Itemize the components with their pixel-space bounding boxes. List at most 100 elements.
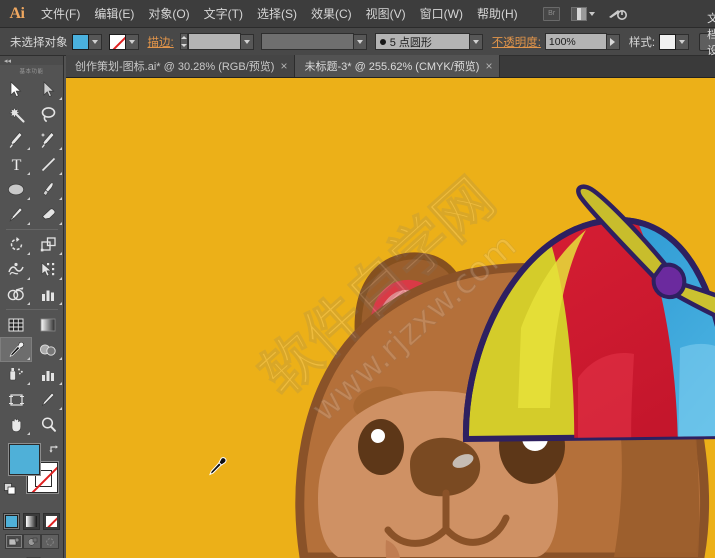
mesh-tool[interactable] <box>0 312 32 337</box>
selection-status-label: 未选择对象 <box>10 34 68 50</box>
brush-definition-control[interactable]: 5 点圆形 <box>375 33 483 50</box>
stroke-color-dropdown[interactable] <box>126 34 139 50</box>
pencil-tool[interactable] <box>0 202 32 227</box>
tool-more-corner-icon <box>59 172 62 175</box>
graph-tool[interactable] <box>32 362 64 387</box>
free-transform-tool[interactable] <box>32 257 64 282</box>
menu-help[interactable]: 帮助(H) <box>470 1 525 26</box>
tool-more-corner-icon <box>27 382 30 385</box>
fill-color-control[interactable] <box>72 34 102 50</box>
tool-more-corner-icon <box>27 172 30 175</box>
magic-wand-tool[interactable] <box>0 102 32 127</box>
arrange-documents-icon[interactable] <box>568 6 598 22</box>
column-graph-tool[interactable] <box>32 282 64 307</box>
document-tab-2[interactable]: 未标题-3* @ 255.62% (CMYK/预览) × <box>295 55 500 77</box>
bear-artwork <box>66 78 715 558</box>
tool-more-corner-icon <box>27 357 30 360</box>
tool-more-corner-icon <box>59 222 62 225</box>
paintbrush-tool[interactable] <box>32 177 64 202</box>
menu-object[interactable]: 对象(O) <box>141 1 196 26</box>
fill-color-swatch[interactable] <box>72 34 89 50</box>
tool-more-corner-icon <box>59 357 62 360</box>
stroke-weight-dropdown[interactable] <box>241 34 254 50</box>
brush-definition-dropdown[interactable] <box>470 34 483 50</box>
opacity-field[interactable]: 100% <box>545 33 607 50</box>
brush-definition-field[interactable]: 5 点圆形 <box>375 33 470 50</box>
line-segment-tool[interactable] <box>32 152 64 177</box>
shape-builder-tool[interactable] <box>0 282 32 307</box>
artboard-canvas[interactable]: 软件自学网 www.rjzxw.com <box>66 78 715 558</box>
workspace-switcher-icon[interactable] <box>604 6 630 22</box>
default-fill-stroke-icon[interactable] <box>4 482 16 494</box>
color-mode-button[interactable] <box>3 513 20 530</box>
menu-view[interactable]: 视图(V) <box>359 1 413 26</box>
brush-definition-label: 5 点圆形 <box>390 34 432 50</box>
stroke-profile-dropdown[interactable] <box>354 34 367 50</box>
draw-normal-button[interactable] <box>5 534 23 549</box>
artboard-tool[interactable] <box>0 387 32 412</box>
opacity-dropdown[interactable] <box>607 34 620 50</box>
document-tab-2-close-icon[interactable]: × <box>485 60 492 72</box>
stroke-profile-field[interactable] <box>261 33 354 50</box>
zoom-tool[interactable] <box>32 412 64 437</box>
draw-behind-button[interactable] <box>23 534 41 549</box>
rotate-tool[interactable] <box>0 232 32 257</box>
draw-inside-button[interactable] <box>41 534 59 549</box>
add-anchor-point-tool[interactable] <box>32 127 64 152</box>
fill-color-dropdown[interactable] <box>89 34 102 50</box>
propeller-hub <box>654 265 685 297</box>
slice-tool[interactable] <box>32 387 64 412</box>
eraser-tool[interactable] <box>32 202 64 227</box>
tools-panel-collapse-icon[interactable]: ◂◂ <box>0 56 63 65</box>
direct-selection-tool[interactable] <box>32 77 64 102</box>
color-swatch-icon <box>6 516 17 527</box>
tool-more-corner-icon <box>27 197 30 200</box>
menu-edit[interactable]: 编辑(E) <box>87 1 141 26</box>
document-setup-button[interactable]: 文档设置 <box>699 33 715 51</box>
symbol-sprayer-tool[interactable] <box>0 362 32 387</box>
hand-tool[interactable] <box>0 412 32 437</box>
menu-select[interactable]: 选择(S) <box>250 1 304 26</box>
stroke-weight-spinner[interactable] <box>180 33 188 50</box>
selection-tool[interactable] <box>0 77 32 102</box>
document-tab-1-close-icon[interactable]: × <box>280 60 287 72</box>
menu-window[interactable]: 窗口(W) <box>413 1 470 26</box>
ellipse-tool[interactable] <box>0 177 32 202</box>
svg-text:T: T <box>11 157 21 173</box>
gradient-mode-button[interactable] <box>23 513 40 530</box>
document-tab-bar: 创作策划-图标.ai* @ 30.28% (RGB/预览) × 未标题-3* @… <box>66 56 715 78</box>
opacity-panel-link[interactable]: 不透明度: <box>492 34 541 50</box>
menu-file[interactable]: 文件(F) <box>34 1 87 26</box>
eyedropper-tool[interactable] <box>0 337 32 362</box>
illustrator-window: Ai 文件(F) 编辑(E) 对象(O) 文字(T) 选择(S) 效果(C) 视… <box>0 0 715 558</box>
stroke-profile-control[interactable] <box>261 33 367 50</box>
brush-dot-icon <box>380 39 386 45</box>
fill-color-box[interactable] <box>9 444 40 475</box>
tool-more-corner-icon <box>27 432 30 435</box>
menu-effect[interactable]: 效果(C) <box>304 1 359 26</box>
stroke-weight-control[interactable] <box>188 33 254 50</box>
pen-tool[interactable] <box>0 127 32 152</box>
tool-more-corner-icon <box>27 147 30 150</box>
stroke-weight-field[interactable] <box>188 33 241 50</box>
swap-fill-stroke-icon[interactable] <box>49 442 60 453</box>
gradient-tool[interactable] <box>32 312 64 337</box>
tools-grid: T <box>0 77 64 437</box>
bridge-icon[interactable]: Br <box>542 6 562 22</box>
blend-tool[interactable] <box>32 337 64 362</box>
stroke-color-control[interactable] <box>109 34 139 50</box>
graphic-style-swatch[interactable] <box>659 34 676 50</box>
menu-type[interactable]: 文字(T) <box>197 1 250 26</box>
lasso-tool[interactable] <box>32 102 64 127</box>
graphic-style-control[interactable] <box>659 34 689 50</box>
stroke-panel-link[interactable]: 描边: <box>148 34 174 50</box>
warp-tool[interactable] <box>0 257 32 282</box>
scale-tool[interactable] <box>32 232 64 257</box>
type-tool[interactable]: T <box>0 152 32 177</box>
opacity-control[interactable]: 100% <box>545 33 620 50</box>
graphic-style-dropdown[interactable] <box>676 34 689 50</box>
document-tab-1[interactable]: 创作策划-图标.ai* @ 30.28% (RGB/预览) × <box>66 55 295 77</box>
stroke-color-swatch[interactable] <box>109 34 126 50</box>
none-mode-button[interactable] <box>43 513 60 530</box>
tools-divider-2 <box>6 309 58 310</box>
